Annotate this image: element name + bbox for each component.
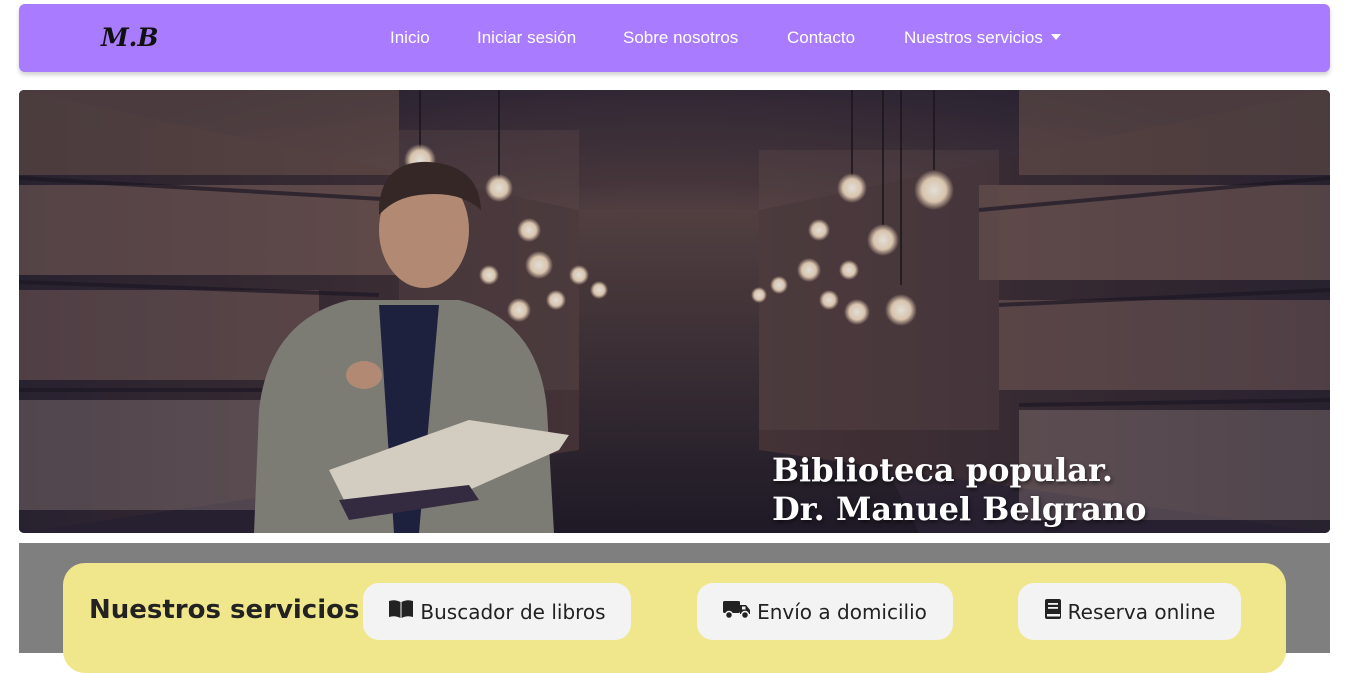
nav-dropdown-label: Nuestros servicios xyxy=(904,28,1043,47)
nav-dropdown-nuestros-servicios[interactable]: Nuestros servicios xyxy=(904,28,1061,48)
book-open-icon xyxy=(388,599,414,624)
services-card: Nuestros servicios Buscador de libros En… xyxy=(63,563,1286,673)
services-section: Nuestros servicios Buscador de libros En… xyxy=(19,543,1330,673)
services-title: Nuestros servicios xyxy=(89,595,360,625)
online-reservation-button[interactable]: Reserva online xyxy=(1018,583,1241,640)
book-search-label: Buscador de libros xyxy=(420,599,606,624)
home-delivery-button[interactable]: Envío a domicilio xyxy=(697,583,953,640)
online-reservation-label: Reserva online xyxy=(1067,599,1216,624)
nav-link-inicio[interactable]: Inicio xyxy=(390,28,430,48)
navbar: M.B Inicio Iniciar sesión Sobre nosotros… xyxy=(19,4,1330,72)
hero-title-line-2: Dr. Manuel Belgrano xyxy=(772,490,1147,528)
book-search-button[interactable]: Buscador de libros xyxy=(363,583,631,640)
hero-title-line-1: Biblioteca popular. xyxy=(772,451,1114,489)
caret-down-icon xyxy=(1050,34,1061,40)
hero-title: Biblioteca popular. Dr. Manuel Belgrano xyxy=(772,451,1146,529)
book-icon xyxy=(1044,598,1062,625)
nav-link-iniciar-sesion[interactable]: Iniciar sesión xyxy=(477,28,576,48)
hero-banner: Biblioteca popular. Dr. Manuel Belgrano xyxy=(19,90,1330,533)
home-delivery-label: Envío a domicilio xyxy=(757,599,927,624)
truck-icon xyxy=(723,598,751,625)
nav-links: Inicio Iniciar sesión Sobre nosotros Con… xyxy=(19,4,1330,72)
nav-link-sobre-nosotros[interactable]: Sobre nosotros xyxy=(623,28,738,48)
nav-link-contacto[interactable]: Contacto xyxy=(787,28,855,48)
